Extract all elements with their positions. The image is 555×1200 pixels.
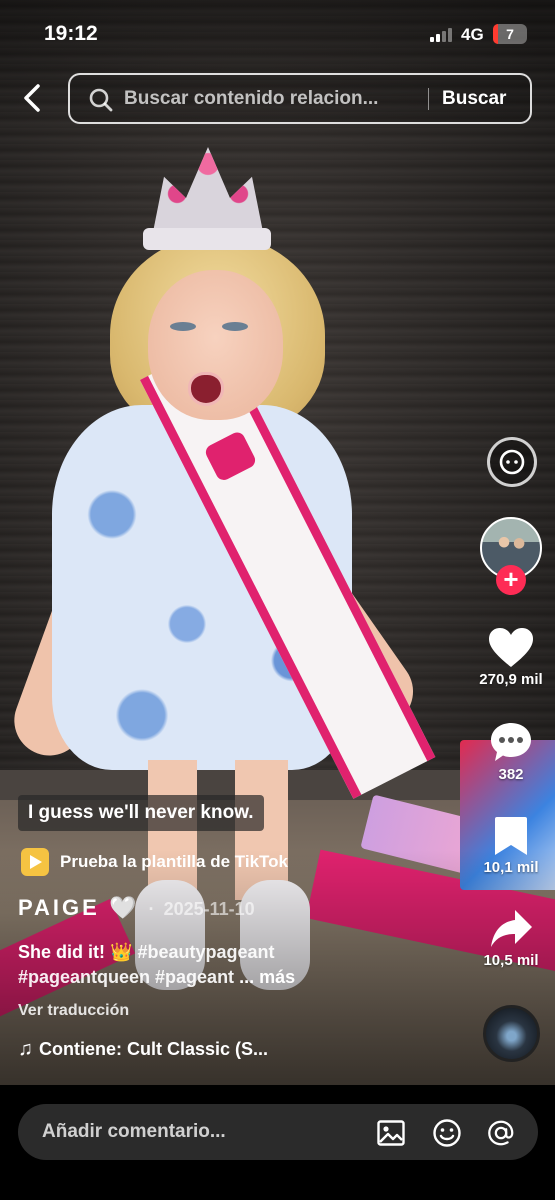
comments-button[interactable]: 382: [470, 720, 552, 783]
save-button[interactable]: 10,1 mil: [470, 815, 552, 876]
post-date: 2025-11-10: [163, 899, 255, 919]
tiara: [133, 135, 278, 250]
battery-icon: 7: [493, 24, 527, 44]
username[interactable]: PAIGE: [18, 895, 100, 920]
hashtag-beautypageant[interactable]: #beautypageant: [137, 942, 274, 962]
sound-disc[interactable]: [483, 1005, 540, 1062]
search-bar[interactable]: Buscar contenido relacion... Buscar: [68, 73, 532, 124]
author-row: PAIGE 🤍 · 2025-11-10: [18, 895, 255, 921]
search-icon: [89, 88, 113, 112]
post-caption[interactable]: She did it! 👑 #beautypageant #pageantque…: [18, 940, 458, 990]
share-button[interactable]: 10,5 mil: [470, 908, 552, 969]
cellular-signal-icon: [430, 28, 452, 42]
captions-icon: [499, 449, 525, 475]
status-time: 19:12: [44, 22, 98, 45]
share-count: 10,5 mil: [483, 952, 539, 969]
status-bar: 19:12 4G 7: [0, 0, 555, 60]
sash-crown-emblem: [203, 429, 258, 483]
see-more-link[interactable]: ... más: [239, 967, 295, 987]
comment-placeholder: Añadir comentario...: [42, 1121, 226, 1142]
search-button[interactable]: Buscar: [442, 88, 506, 110]
bottom-bar: Añadir comentario...: [0, 1085, 555, 1200]
like-count: 270,9 mil: [479, 671, 543, 688]
music-row[interactable]: ♫ Contiene: Cult Classic (S...: [18, 1038, 268, 1061]
back-button[interactable]: [16, 80, 50, 116]
music-note-icon: ♫: [18, 1038, 33, 1060]
username-emoji: 🤍: [108, 895, 140, 920]
girl-right-eye: [222, 322, 248, 331]
chevron-left-icon: [24, 84, 40, 112]
like-button[interactable]: 270,9 mil: [470, 627, 552, 688]
comment-bubble-icon: [491, 723, 531, 761]
see-translation-link[interactable]: Ver traducción: [18, 1002, 129, 1020]
emoji-icon[interactable]: [432, 1118, 462, 1148]
girl-left-eye: [170, 322, 196, 331]
network-type: 4G: [461, 25, 484, 44]
video-text-sticker: I guess we'll never know.: [18, 795, 264, 831]
template-link[interactable]: Prueba la plantilla de TikTok: [21, 846, 288, 878]
share-arrow-icon: [491, 910, 532, 947]
search-divider: [428, 88, 429, 110]
music-label: Contiene: Cult Classic (S...: [39, 1039, 269, 1059]
follow-button[interactable]: +: [496, 565, 526, 595]
comment-count: 382: [498, 766, 524, 783]
mention-icon[interactable]: [486, 1118, 516, 1148]
comment-input[interactable]: Añadir comentario...: [18, 1104, 538, 1160]
captions-button[interactable]: [487, 437, 537, 487]
date-separator: ·: [148, 899, 155, 919]
hashtags-line[interactable]: #pageantqueen #pageant: [18, 967, 234, 987]
template-play-icon: [21, 848, 49, 876]
save-count: 10,1 mil: [483, 859, 539, 876]
template-label: Prueba la plantilla de TikTok: [60, 852, 288, 871]
heart-icon: [489, 628, 533, 667]
battery-level: 7: [506, 26, 514, 42]
search-input[interactable]: Buscar contenido relacion...: [124, 88, 424, 110]
girl-mouth: [188, 372, 224, 406]
image-icon[interactable]: [376, 1118, 406, 1148]
caption-text: She did it! 👑: [18, 942, 133, 962]
bookmark-icon: [495, 817, 527, 855]
